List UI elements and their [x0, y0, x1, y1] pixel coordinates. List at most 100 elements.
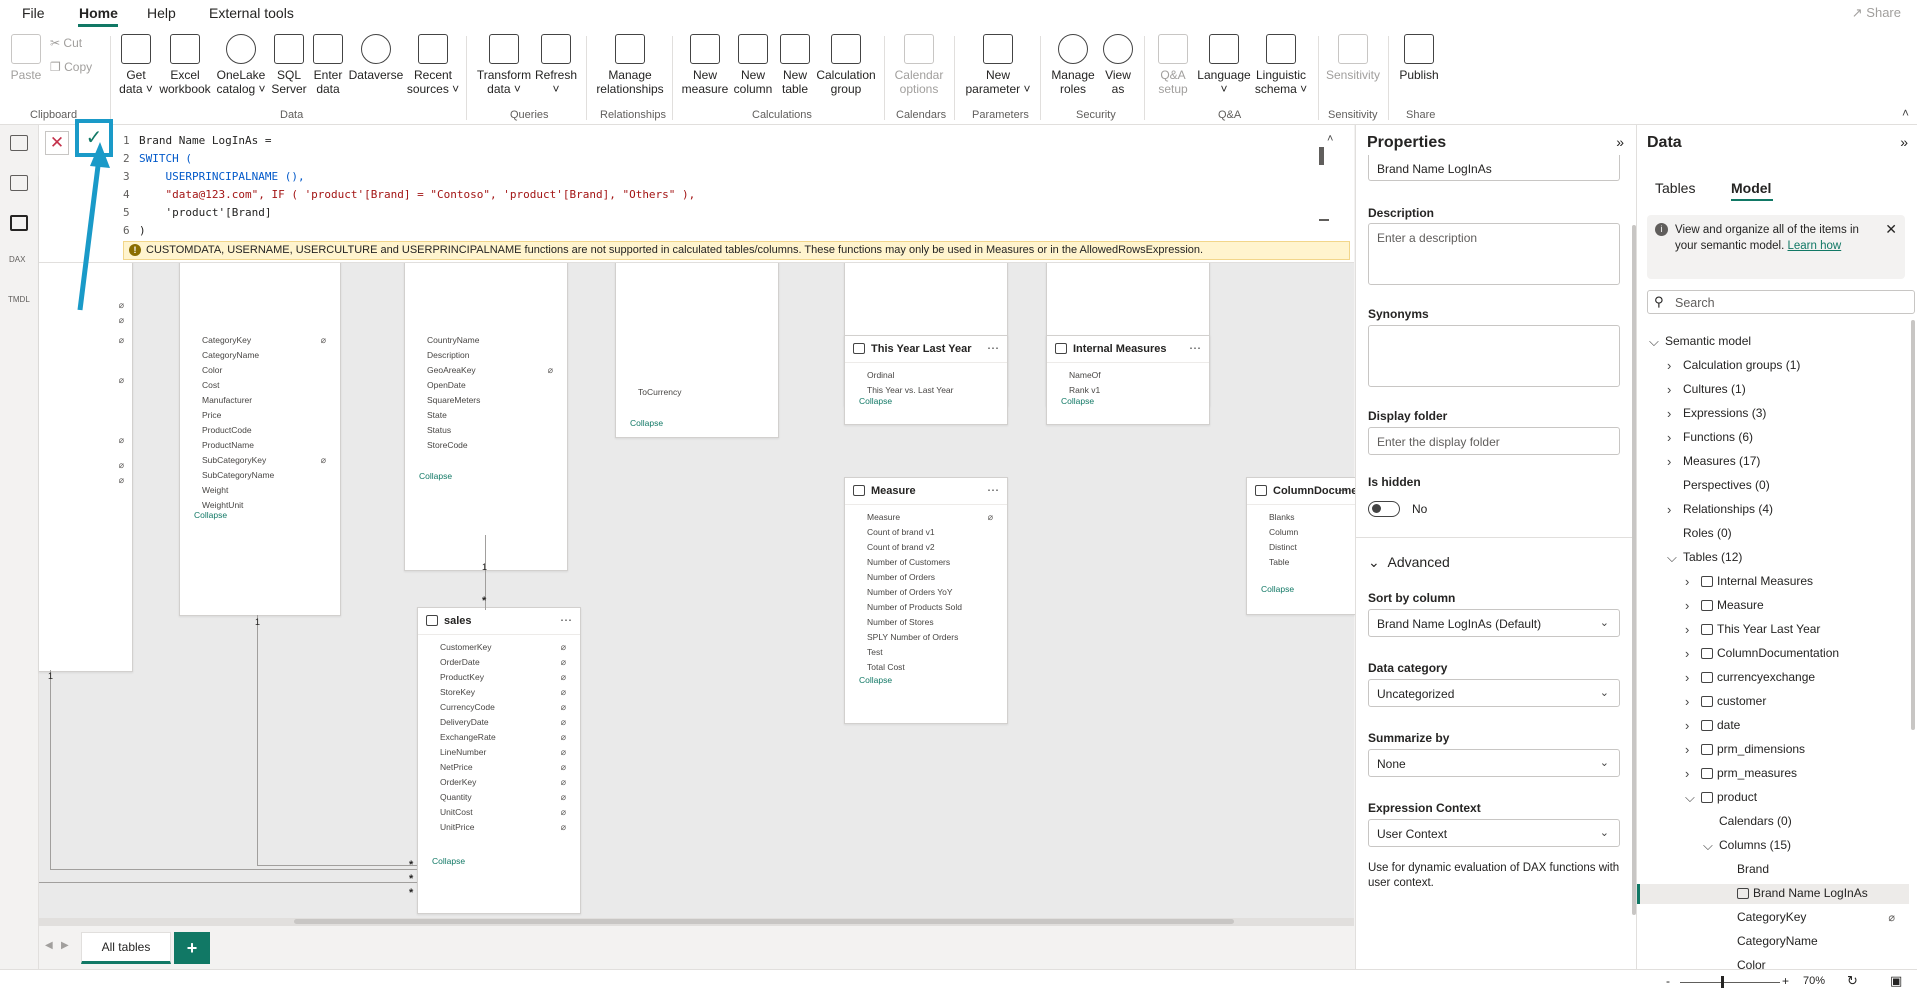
- table-card-internal-measures[interactable]: Internal Measures ⋯ NameOf Rank v1 Collapse: [1046, 335, 1210, 425]
- tab-model[interactable]: Model: [1731, 180, 1771, 196]
- copy-button[interactable]: ❐ Copy: [50, 60, 92, 74]
- field-total-cost[interactable]: Total Cost: [867, 662, 905, 672]
- table-card-header[interactable]: This Year Last Year ⋯: [845, 336, 1007, 363]
- collapse-data-pane-icon[interactable]: »: [1900, 134, 1908, 150]
- new-table-button[interactable]: New table: [776, 34, 814, 96]
- tree-item-functions-6[interactable]: › Functions (6): [1637, 428, 1909, 448]
- tree-item-expressions-3[interactable]: › Expressions (3): [1637, 404, 1909, 424]
- table-card-store[interactable]: CountryName Description GeoAreaKey ⌀ OpenDat…: [404, 245, 568, 571]
- field-price[interactable]: Price: [202, 410, 221, 420]
- relationship-line[interactable]: [50, 869, 417, 870]
- tree-item-calculation-groups-1[interactable]: › Calculation groups (1): [1637, 356, 1909, 376]
- tree-item-cultures-1[interactable]: › Cultures (1): [1637, 380, 1909, 400]
- recent-sources-button[interactable]: Recent sources ˅: [406, 34, 460, 96]
- publish-button[interactable]: Publish: [1394, 34, 1444, 82]
- data-pane-scrollbar[interactable]: [1911, 320, 1915, 730]
- zoom-slider[interactable]: [1680, 982, 1780, 983]
- collapse-link[interactable]: Collapse: [432, 856, 465, 866]
- dataverse-button[interactable]: Dataverse: [348, 34, 404, 82]
- new-parameter-button[interactable]: New parameter ˅: [960, 34, 1036, 96]
- calendar-options-button[interactable]: Calendar options: [890, 34, 948, 96]
- linguistic-schema-button[interactable]: Linguistic schema ˅: [1252, 34, 1310, 96]
- table-card-this-year-last-year[interactable]: This Year Last Year ⋯ Ordinal This Year vs.…: [844, 335, 1008, 425]
- enter-data-button[interactable]: Enter data: [310, 34, 346, 96]
- editor-scrollbar[interactable]: [1319, 147, 1324, 165]
- chevron-right-icon[interactable]: ›: [1685, 574, 1689, 589]
- field-squaremeters[interactable]: SquareMeters: [427, 395, 480, 405]
- field-countryname[interactable]: CountryName: [427, 335, 479, 345]
- field-column[interactable]: Column: [1269, 527, 1298, 537]
- field-categorykey[interactable]: CategoryKey: [202, 335, 251, 345]
- chevron-down-icon[interactable]: ⌵: [1685, 790, 1695, 806]
- chevron-down-icon[interactable]: ⌵: [1667, 550, 1677, 566]
- get-data-button[interactable]: Get data ˅: [116, 34, 156, 96]
- scrollbar-thumb[interactable]: [294, 919, 1234, 924]
- field-storecode[interactable]: StoreCode: [427, 440, 468, 450]
- display-folder-input[interactable]: Enter the display folder: [1368, 427, 1620, 455]
- tree-item-customer[interactable]: › customer: [1637, 692, 1909, 712]
- field-exchangerate[interactable]: ExchangeRate: [440, 732, 496, 742]
- table-view-icon[interactable]: [10, 175, 28, 191]
- tree-item-measure[interactable]: › Measure: [1637, 596, 1909, 616]
- refresh-button[interactable]: Refresh ˅: [534, 34, 578, 96]
- report-view-icon[interactable]: [10, 135, 28, 151]
- table-card-product[interactable]: CategoryKey ⌀ CategoryName Color Cost Manufac…: [179, 245, 341, 616]
- more-options-icon[interactable]: ⋯: [987, 341, 999, 355]
- search-input[interactable]: ⚲ Search: [1647, 290, 1915, 314]
- tree-item-relationships-4[interactable]: › Relationships (4): [1637, 500, 1909, 520]
- tree-item-calendars-0[interactable]: Calendars (0): [1637, 812, 1909, 832]
- field-distinct[interactable]: Distinct: [1269, 542, 1297, 552]
- chevron-right-icon[interactable]: ›: [1667, 358, 1671, 373]
- cut-button[interactable]: ✂ Cut: [50, 36, 82, 50]
- chevron-right-icon[interactable]: ›: [1685, 694, 1689, 709]
- field-cost[interactable]: Cost: [202, 380, 219, 390]
- dax-editor[interactable]: 1 Brand Name LogInAs = 2 SWITCH (3 USERPRIN…: [123, 132, 695, 240]
- chevron-right-icon[interactable]: ›: [1685, 718, 1689, 733]
- field-color[interactable]: Color: [202, 365, 222, 375]
- field-netprice[interactable]: NetPrice: [440, 762, 473, 772]
- field-categoryname[interactable]: CategoryName: [202, 350, 259, 360]
- tree-item-brand-name-loginas[interactable]: Brand Name LogInAs: [1637, 884, 1909, 904]
- collapse-formula-icon[interactable]: ˄: [1327, 133, 1333, 145]
- transform-data-button[interactable]: Transform data ˅: [474, 34, 534, 96]
- table-card-header[interactable]: ColumnDocumentation ⋯: [1247, 478, 1394, 505]
- menu-file[interactable]: File: [22, 5, 45, 21]
- field-rank-v1[interactable]: Rank v1: [1069, 385, 1100, 395]
- name-input[interactable]: Brand Name LogInAs: [1368, 155, 1620, 181]
- menu-help[interactable]: Help: [147, 5, 176, 21]
- tree-item-columndocumentation[interactable]: › ColumnDocumentation: [1637, 644, 1909, 664]
- menu-home[interactable]: Home: [79, 5, 118, 21]
- collapse-link[interactable]: Collapse: [859, 396, 892, 406]
- onelake-catalog-button[interactable]: OneLake catalog ˅: [214, 34, 268, 96]
- tree-item-roles-0[interactable]: Roles (0): [1637, 524, 1909, 544]
- tab-scroll-left-icon[interactable]: ◀: [45, 940, 53, 951]
- table-card-header[interactable]: Internal Measures ⋯: [1047, 336, 1209, 363]
- field-deliverydate[interactable]: DeliveryDate: [440, 717, 489, 727]
- field-table[interactable]: Table: [1269, 557, 1289, 567]
- tree-item-categoryname[interactable]: CategoryName: [1637, 932, 1909, 952]
- field-linenumber[interactable]: LineNumber: [440, 747, 486, 757]
- field-ordinal[interactable]: Ordinal: [867, 370, 894, 380]
- more-options-icon[interactable]: ⋯: [1335, 483, 1347, 497]
- sql-server-button[interactable]: SQL Server: [270, 34, 308, 96]
- collapse-link[interactable]: Collapse: [194, 510, 227, 520]
- tree-item-semantic-model[interactable]: ⌵ Semantic model: [1637, 332, 1909, 352]
- field-this-year-vs-last-year[interactable]: This Year vs. Last Year: [867, 385, 953, 395]
- zoom-in-button[interactable]: +: [1782, 974, 1789, 988]
- field-geoareakey[interactable]: GeoAreaKey: [427, 365, 476, 375]
- field-number-of-products-sold[interactable]: Number of Products Sold: [867, 602, 962, 612]
- table-card-header[interactable]: sales ⋯: [418, 608, 580, 635]
- tree-item-tables-12[interactable]: ⌵ Tables (12): [1637, 548, 1909, 568]
- tree-item-prm-measures[interactable]: › prm_measures: [1637, 764, 1909, 784]
- tree-item-brand[interactable]: Brand: [1637, 860, 1909, 880]
- paste-button[interactable]: Paste: [8, 34, 44, 82]
- field-status[interactable]: Status: [427, 425, 451, 435]
- field-nameof[interactable]: NameOf: [1069, 370, 1101, 380]
- chevron-down-icon[interactable]: ⌵: [1649, 334, 1659, 350]
- view-as-button[interactable]: View as: [1098, 34, 1138, 96]
- chevron-right-icon[interactable]: ›: [1685, 622, 1689, 637]
- calculation-group-button[interactable]: Calculation group: [814, 34, 878, 96]
- synonyms-input[interactable]: [1368, 325, 1620, 387]
- tree-item-measures-17[interactable]: › Measures (17): [1637, 452, 1909, 472]
- chevron-right-icon[interactable]: ›: [1667, 430, 1671, 445]
